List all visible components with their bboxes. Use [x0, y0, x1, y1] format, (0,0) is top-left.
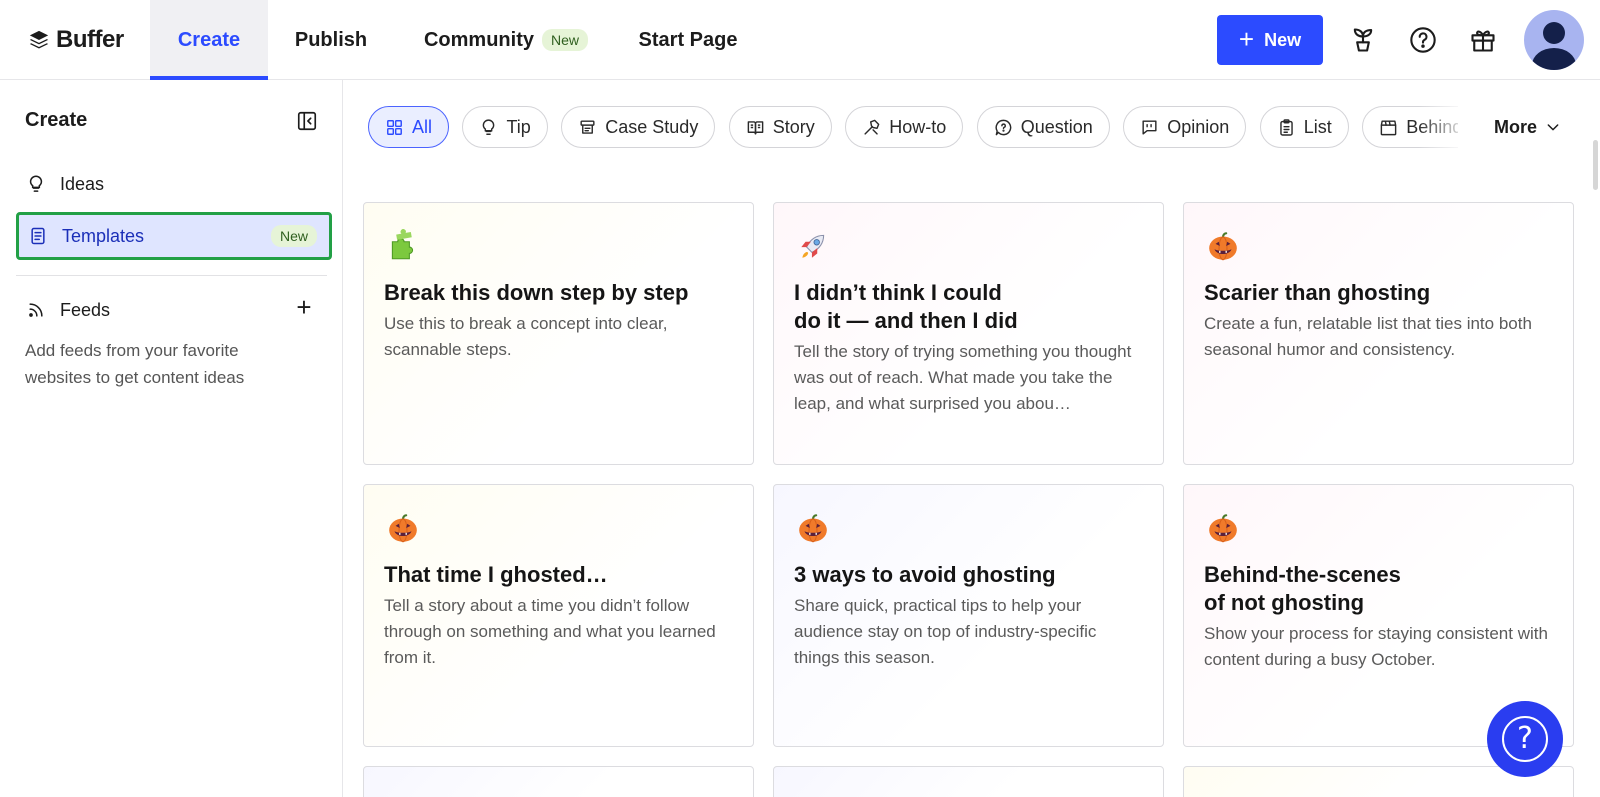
tab-start-page[interactable]: Start Page — [636, 0, 740, 80]
sidebar-item-templates[interactable]: Templates New — [16, 212, 332, 260]
template-card-partial[interactable] — [363, 766, 754, 797]
template-description: Tell the story of trying something you t… — [794, 342, 1132, 413]
chip-question-label: Question — [1020, 116, 1093, 137]
grid-icon — [387, 119, 402, 135]
chip-how-to-label: How-to — [889, 116, 947, 137]
chip-story-label: Story — [772, 116, 815, 137]
sidebar-item-feeds[interactable]: Feeds — [16, 286, 332, 334]
sidebar-title: Create — [25, 109, 88, 131]
new-button-label: New — [1264, 29, 1302, 50]
template-description: Share quick, practical tips to help your… — [794, 596, 1097, 667]
rocket-icon — [801, 234, 825, 258]
chip-case-study[interactable]: Case Study — [561, 106, 716, 148]
template-card[interactable]: I didn’t think I could do it — and then … — [773, 202, 1164, 465]
avatar[interactable] — [1524, 10, 1584, 70]
chip-how-to[interactable]: How-to — [845, 106, 964, 148]
clapperboard-icon — [1380, 119, 1397, 135]
template-title: 3 ways to avoid ghosting — [794, 562, 1056, 587]
template-title: That time I ghosted… — [384, 562, 608, 587]
document-icon — [31, 227, 45, 245]
template-card[interactable]: That time I ghosted… Tell a story about … — [363, 484, 754, 747]
case-study-icon — [580, 119, 595, 134]
tab-start-page-label: Start Page — [638, 28, 738, 51]
tab-community-label: Community — [423, 28, 534, 51]
buffer-logo-icon — [29, 30, 49, 49]
tab-publish[interactable]: Publish — [285, 0, 377, 80]
chip-list-label: List — [1303, 116, 1332, 137]
book-icon — [747, 120, 764, 135]
template-card[interactable]: Break this down step by step Use this to… — [363, 202, 754, 465]
help-chat-button[interactable]: ? — [1487, 701, 1563, 777]
template-title: Break this down step by step — [384, 280, 689, 305]
tab-create-label: Create — [177, 28, 241, 51]
help-chat-icon: ? — [1502, 716, 1548, 762]
chip-story[interactable]: Story — [728, 106, 832, 148]
community-new-badge: New — [541, 29, 588, 51]
gift-icon[interactable] — [1465, 22, 1501, 58]
template-filter-chips: All Tip Case Study Story How-to Question… — [368, 106, 1458, 148]
tools-icon — [864, 119, 880, 135]
plant-icon[interactable] — [1345, 22, 1381, 58]
template-title: Behind-the-scenes of not ghosting — [1204, 562, 1401, 615]
chip-opinion[interactable]: Opinion — [1123, 106, 1247, 148]
lightbulb-icon — [29, 175, 43, 192]
chip-all[interactable]: All — [368, 106, 450, 148]
chip-question[interactable]: Question — [976, 106, 1110, 148]
sidebar-item-ideas-label: Ideas — [60, 173, 105, 194]
template-card[interactable]: 3 ways to avoid ghosting Share quick, pr… — [773, 484, 1164, 747]
more-filters-button[interactable]: More — [1494, 114, 1561, 140]
help-icon[interactable] — [1405, 22, 1441, 58]
logo-text: Buffer — [56, 26, 124, 53]
template-description: Create a fun, relatable list that ties i… — [1204, 314, 1532, 359]
template-description: Show your process for staying consistent… — [1204, 624, 1548, 669]
collapse-sidebar-icon[interactable] — [296, 110, 318, 132]
plus-icon: + — [1238, 23, 1255, 54]
tab-create[interactable]: Create — [150, 0, 268, 80]
pumpkin-icon — [1209, 514, 1237, 543]
chevron-down-icon — [1547, 124, 1559, 131]
puzzle-icon — [391, 229, 414, 260]
sidebar: Create Ideas Templates New Feeds + Add f… — [0, 80, 343, 797]
sidebar-item-templates-label: Templates — [62, 225, 145, 246]
rss-icon — [29, 303, 43, 317]
new-button[interactable]: + New — [1217, 15, 1323, 65]
lightbulb-icon — [483, 119, 495, 135]
question-bubble-icon — [995, 119, 1012, 135]
chip-opinion-label: Opinion — [1167, 116, 1230, 137]
tab-community[interactable]: Community New — [420, 0, 592, 80]
buffer-logo[interactable]: Buffer — [28, 24, 124, 56]
pumpkin-icon — [389, 514, 417, 543]
chips-fade-overlay — [1418, 100, 1468, 154]
chip-tip[interactable]: Tip — [462, 106, 548, 148]
template-description: Use this to break a concept into clear, … — [384, 314, 668, 359]
avatar-body — [1532, 48, 1576, 70]
scrollbar-thumb[interactable] — [1593, 140, 1598, 190]
template-card-partial[interactable] — [773, 766, 1164, 797]
template-title: Scarier than ghosting — [1204, 280, 1431, 305]
top-navigation: Buffer Create Publish Community New Star… — [0, 0, 1600, 80]
pumpkin-icon — [1209, 232, 1237, 261]
quote-bubble-icon — [1142, 119, 1157, 135]
sidebar-item-feeds-label: Feeds — [60, 299, 111, 320]
template-title: I didn’t think I could do it — and then … — [794, 280, 1018, 333]
avatar-head — [1543, 22, 1565, 44]
clipboard-icon — [1279, 118, 1293, 136]
template-description: Tell a story about a time you didn’t fol… — [384, 596, 716, 667]
chip-list[interactable]: List — [1259, 106, 1349, 148]
pumpkin-icon — [799, 514, 827, 543]
sidebar-divider — [16, 275, 327, 276]
more-filters-label: More — [1494, 116, 1538, 137]
chip-tip-label: Tip — [506, 116, 531, 137]
sidebar-item-ideas[interactable]: Ideas — [16, 160, 332, 208]
feeds-description: Add feeds from your favorite websites to… — [25, 341, 245, 387]
chip-case-study-label: Case Study — [605, 116, 699, 137]
template-card[interactable]: Scarier than ghosting Create a fun, rela… — [1183, 202, 1574, 465]
add-feed-button[interactable]: + — [292, 294, 316, 320]
tab-publish-label: Publish — [294, 28, 368, 51]
templates-new-badge: New — [270, 225, 317, 247]
chip-all-label: All — [412, 116, 433, 137]
